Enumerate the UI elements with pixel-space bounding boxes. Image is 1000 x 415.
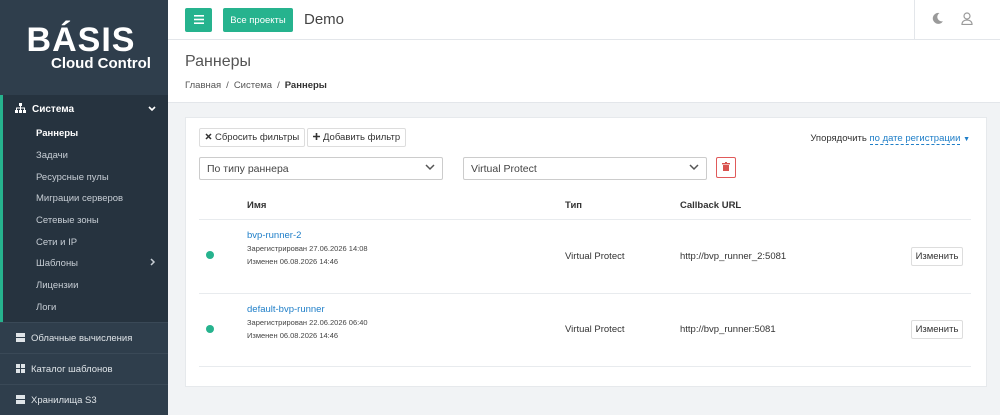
sidebar-item-label: Каталог шаблонов	[31, 363, 113, 375]
runner-changed-date: Изменен 06.08.2026 14:46	[247, 257, 339, 266]
sidebar-item-network-zones[interactable]: Сетевые зоны	[3, 210, 168, 232]
sort-field-link[interactable]: по дате регистрации	[869, 133, 961, 145]
server-icon	[16, 332, 28, 344]
breadcrumb: Главная / Система / Раннеры	[185, 80, 327, 91]
runner-type: Virtual Protect	[565, 251, 625, 262]
user-icon[interactable]	[961, 12, 973, 28]
all-projects-button[interactable]: Все проекты	[223, 8, 293, 32]
sidebar-item-label: Сетевые зоны	[36, 215, 99, 227]
add-filter-label: Добавить фильтр	[323, 132, 401, 143]
sidebar-item-tasks[interactable]: Задачи	[3, 145, 168, 167]
header-divider	[914, 0, 915, 40]
page-title: Раннеры	[185, 53, 252, 70]
sort-control: Упорядочить по дате регистрации ▼	[810, 133, 970, 145]
sidebar-item-networks-ip[interactable]: Сети и IP	[3, 231, 168, 253]
runner-type-filter-select[interactable]: По типу раннера	[199, 157, 443, 180]
edit-button[interactable]: Изменить	[911, 247, 963, 266]
sidebar-item-logs[interactable]: Логи	[3, 297, 168, 319]
breadcrumb-separator: /	[277, 80, 280, 91]
add-filter-button[interactable]: Добавить фильтр	[307, 128, 407, 147]
project-name: Demo	[304, 11, 345, 28]
sidebar-item-cloud-compute[interactable]: Облачные вычисления	[0, 322, 168, 353]
table-divider	[199, 219, 971, 220]
runner-callback-url: http://bvp_runner:5081	[680, 324, 776, 335]
sidebar-item-template-catalog[interactable]: Каталог шаблонов	[0, 353, 168, 384]
runner-name-link[interactable]: bvp-runner-2	[247, 230, 301, 241]
status-indicator	[206, 325, 214, 333]
sidebar-item-label: Система	[32, 103, 75, 115]
runners-card: Сбросить фильтры Добавить фильтр Упорядо…	[185, 117, 987, 387]
storage-icon	[16, 394, 28, 406]
sidebar-item-label: Логи	[36, 301, 57, 313]
column-header-name: Имя	[247, 200, 267, 211]
runner-name-link[interactable]: default-bvp-runner	[247, 304, 325, 315]
sidebar-item-label: Ресурсные пулы	[36, 171, 109, 183]
top-header: Все проекты Demo	[168, 0, 1000, 40]
delete-filter-button[interactable]	[716, 157, 736, 178]
runner-type: Virtual Protect	[565, 324, 625, 335]
runner-registered-date: Зарегистрирован 22.06.2026 06:40	[247, 318, 368, 327]
sidebar-item-runners[interactable]: Раннеры	[3, 123, 168, 145]
sitemap-icon	[15, 102, 27, 116]
logo-subtitle: Cloud Control	[51, 54, 151, 72]
sidebar-item-label: Сети и IP	[36, 236, 78, 248]
trash-icon	[722, 161, 730, 174]
runner-type-value-select[interactable]: Virtual Protect	[463, 157, 707, 180]
sidebar-item-resource-pools[interactable]: Ресурсные пулы	[3, 166, 168, 188]
select-value: По типу раннера	[207, 162, 289, 175]
sidebar-section-system: Система Раннеры Задачи Ресурсные пулы Ми…	[0, 95, 168, 323]
reset-filters-button[interactable]: Сбросить фильтры	[199, 128, 306, 147]
sort-prefix: Упорядочить	[810, 133, 867, 144]
sidebar-item-licenses[interactable]: Лицензии	[3, 275, 168, 297]
sidebar-item-templates[interactable]: Шаблоны	[3, 253, 168, 275]
grid-icon	[16, 363, 28, 375]
caret-down-icon[interactable]: ▼	[963, 136, 970, 143]
table-divider	[199, 293, 971, 294]
breadcrumb-separator: /	[226, 80, 229, 91]
moon-icon[interactable]	[931, 12, 944, 28]
sidebar-submenu: Раннеры Задачи Ресурсные пулы Миграции с…	[3, 123, 168, 322]
chevron-down-icon	[689, 163, 699, 174]
hamburger-icon	[193, 13, 204, 27]
sidebar-item-label: Миграции серверов	[36, 193, 124, 205]
status-indicator	[206, 251, 214, 259]
plus-icon	[313, 132, 320, 143]
reset-filters-label: Сбросить фильтры	[215, 132, 300, 143]
chevron-right-icon	[150, 258, 156, 269]
breadcrumb-current: Раннеры	[284, 80, 327, 91]
logo[interactable]: BÁSIS Cloud Control	[0, 0, 168, 95]
runner-changed-date: Изменен 06.08.2026 14:46	[247, 331, 339, 340]
breadcrumb-home[interactable]: Главная	[185, 80, 221, 91]
chevron-down-icon	[425, 163, 435, 174]
sidebar-item-system[interactable]: Система	[3, 95, 168, 123]
sidebar-item-label: Лицензии	[36, 280, 79, 292]
runner-registered-date: Зарегистрирован 27.06.2026 14:08	[247, 244, 368, 253]
table-divider	[199, 366, 971, 367]
sidebar-item-label: Хранилища S3	[31, 394, 97, 406]
close-icon	[205, 132, 212, 143]
sidebar: BÁSIS Cloud Control Система Раннеры Зада…	[0, 0, 168, 415]
column-header-type: Тип	[565, 200, 583, 211]
select-value: Virtual Protect	[471, 162, 537, 175]
column-header-callback-url: Callback URL	[680, 200, 742, 211]
chevron-down-icon	[148, 104, 156, 114]
page-header: Раннеры Главная / Система / Раннеры	[168, 40, 1000, 103]
sidebar-item-label: Облачные вычисления	[31, 332, 133, 344]
sidebar-item-label: Раннеры	[36, 128, 79, 140]
sidebar-item-s3-storage[interactable]: Хранилища S3	[0, 384, 168, 415]
edit-button[interactable]: Изменить	[911, 320, 963, 339]
breadcrumb-system[interactable]: Система	[234, 80, 272, 91]
runner-callback-url: http://bvp_runner_2:5081	[680, 251, 787, 262]
sidebar-item-server-migrations[interactable]: Миграции серверов	[3, 188, 168, 210]
sidebar-item-label: Задачи	[36, 150, 68, 162]
menu-button[interactable]	[185, 8, 212, 32]
sidebar-item-label: Шаблоны	[36, 258, 79, 270]
logo-brand: BÁSIS	[26, 20, 136, 59]
